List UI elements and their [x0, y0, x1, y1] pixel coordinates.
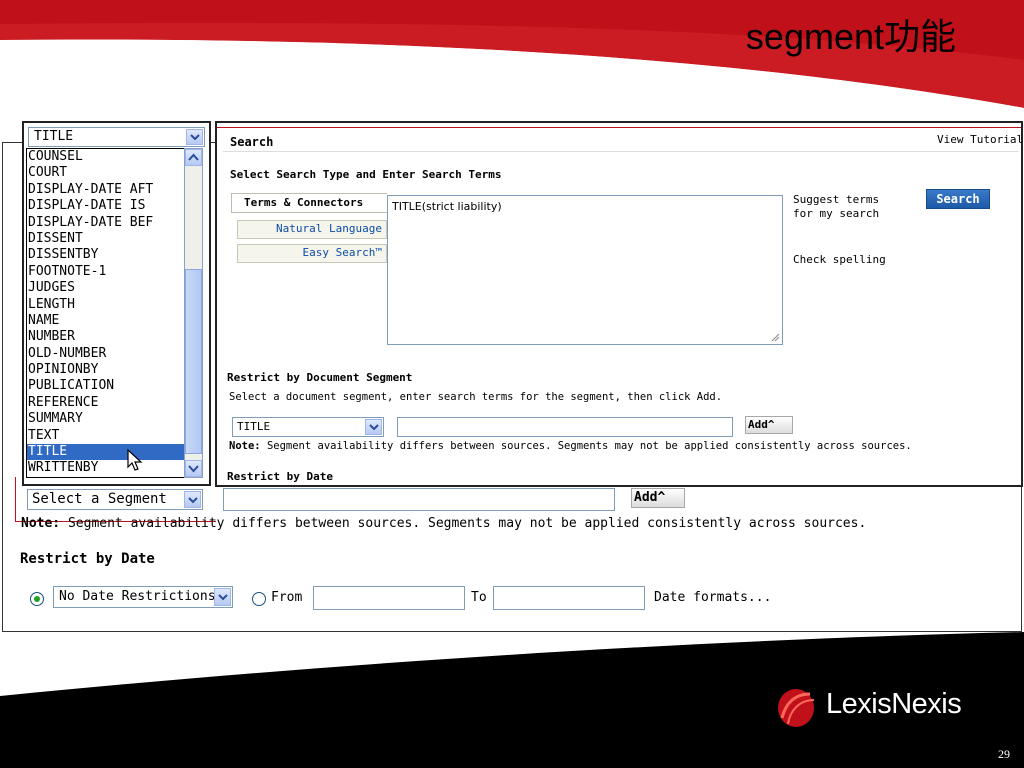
segment-dropdown-open: TITLE COUNSEL COURT DISPLAY-DATE AFT DIS… [22, 121, 211, 486]
segment-dropdown-field[interactable]: TITLE [28, 127, 205, 147]
segment-select-value: TITLE [237, 420, 271, 433]
scroll-up-button[interactable] [185, 149, 202, 166]
restrict-date-heading: Restrict by Date [227, 470, 333, 483]
lexisnexis-logo-icon [778, 689, 815, 727]
select-segment-dropdown[interactable]: Select a Segment [27, 489, 203, 510]
search-button[interactable]: Search [926, 189, 990, 209]
option-display-date-aft[interactable]: DISPLAY-DATE AFT [27, 182, 184, 198]
option-dissentby[interactable]: DISSENTBY [27, 247, 184, 263]
to-date-input[interactable] [493, 586, 645, 610]
option-display-date-is[interactable]: DISPLAY-DATE IS [27, 198, 184, 214]
view-tutorial-link[interactable]: View Tutorial [937, 133, 1023, 146]
restrict-segment-heading: Restrict by Document Segment [227, 371, 413, 384]
scroll-down-button[interactable] [185, 460, 202, 477]
segment-terms-input-front[interactable] [397, 417, 733, 437]
panel-title-rule [223, 151, 1019, 152]
panel-top-rule [217, 127, 1021, 128]
chevron-down-icon[interactable] [214, 588, 231, 606]
option-title-highlighted[interactable]: TITLE [27, 444, 184, 461]
chevron-down-icon [188, 465, 199, 473]
suggest-terms-link[interactable]: Suggest terms for my search [793, 193, 879, 221]
chevron-down-icon[interactable] [186, 129, 203, 145]
option-name[interactable]: NAME [27, 313, 184, 329]
add-button[interactable]: Add^ [631, 488, 685, 508]
chevron-up-icon: ^ [657, 490, 666, 505]
option-publication[interactable]: PUBLICATION [27, 378, 184, 394]
mouse-cursor-icon [127, 449, 143, 471]
tab-easy-search[interactable]: Easy Search™ [237, 244, 387, 263]
chevron-up-icon [188, 153, 199, 161]
from-date-radio[interactable] [252, 592, 266, 606]
option-display-date-bef[interactable]: DISPLAY-DATE BEF [27, 215, 184, 231]
select-segment-value: Select a Segment [32, 491, 167, 507]
option-summary[interactable]: SUMMARY [27, 411, 184, 427]
chevron-down-icon[interactable] [184, 491, 201, 508]
date-formats-link[interactable]: Date formats... [654, 590, 771, 605]
bg-restrict-date-heading: Restrict by Date [20, 551, 155, 567]
segment-select[interactable]: TITLE [232, 417, 384, 437]
option-counsel[interactable]: COUNSEL [27, 149, 184, 165]
query-textarea[interactable]: TITLE(strict liability) [387, 195, 783, 345]
segment-options-list[interactable]: COUNSEL COURT DISPLAY-DATE AFT DISPLAY-D… [26, 148, 184, 478]
tab-terms-connectors[interactable]: Terms & Connectors [231, 193, 387, 213]
option-text[interactable]: TEXT [27, 428, 184, 444]
slide-header-band: segment功能 [0, 0, 1024, 108]
no-date-radio[interactable] [30, 592, 44, 606]
to-label: To [471, 590, 487, 605]
option-old-number[interactable]: OLD-NUMBER [27, 346, 184, 362]
option-footnote-1[interactable]: FOOTNOTE-1 [27, 264, 184, 280]
date-restriction-dropdown[interactable]: No Date Restrictions [53, 586, 233, 608]
search-panel: Search View Tutorial Select Search Type … [215, 121, 1023, 487]
option-opinionby[interactable]: OPINIONBY [27, 362, 184, 378]
check-spelling-link[interactable]: Check spelling [793, 253, 886, 266]
option-length[interactable]: LENGTH [27, 297, 184, 313]
tab-natural-language[interactable]: Natural Language [237, 220, 387, 239]
from-label: From [271, 590, 303, 605]
chevron-up-icon: ^ [767, 418, 775, 431]
segment-note: Note: Segment availability differs betwe… [229, 440, 912, 452]
option-number[interactable]: NUMBER [27, 329, 184, 345]
panel-title: Search [230, 135, 274, 149]
option-judges[interactable]: JUDGES [27, 280, 184, 296]
search-type-heading: Select Search Type and Enter Search Term… [230, 168, 502, 181]
scroll-thumb[interactable] [185, 269, 202, 454]
option-reference[interactable]: REFERENCE [27, 395, 184, 411]
from-date-input[interactable] [313, 586, 465, 610]
logo-text: LexisNexis [826, 688, 962, 720]
bg-note: Note: Segment availability differs betwe… [21, 516, 867, 531]
slide-title: segment功能 [745, 16, 956, 57]
tab-terms-label: Terms & Connectors [244, 196, 364, 209]
option-dissent[interactable]: DISSENT [27, 231, 184, 247]
restrict-segment-instructions: Select a document segment, enter search … [229, 391, 723, 403]
options-scrollbar[interactable] [184, 148, 203, 478]
query-text: TITLE(strict liability) [392, 200, 502, 213]
resize-grip-icon[interactable] [770, 332, 780, 342]
segment-terms-input[interactable] [223, 488, 615, 511]
chevron-down-icon[interactable] [365, 419, 382, 435]
lexisnexis-logo: LexisNexis [776, 686, 986, 730]
option-court[interactable]: COURT [27, 165, 184, 181]
page-number: 29 [998, 747, 1010, 761]
add-segment-button[interactable]: Add^ [745, 416, 793, 434]
option-writtenby[interactable]: WRITTENBY [27, 460, 184, 476]
segment-dropdown-value: TITLE [34, 129, 74, 144]
